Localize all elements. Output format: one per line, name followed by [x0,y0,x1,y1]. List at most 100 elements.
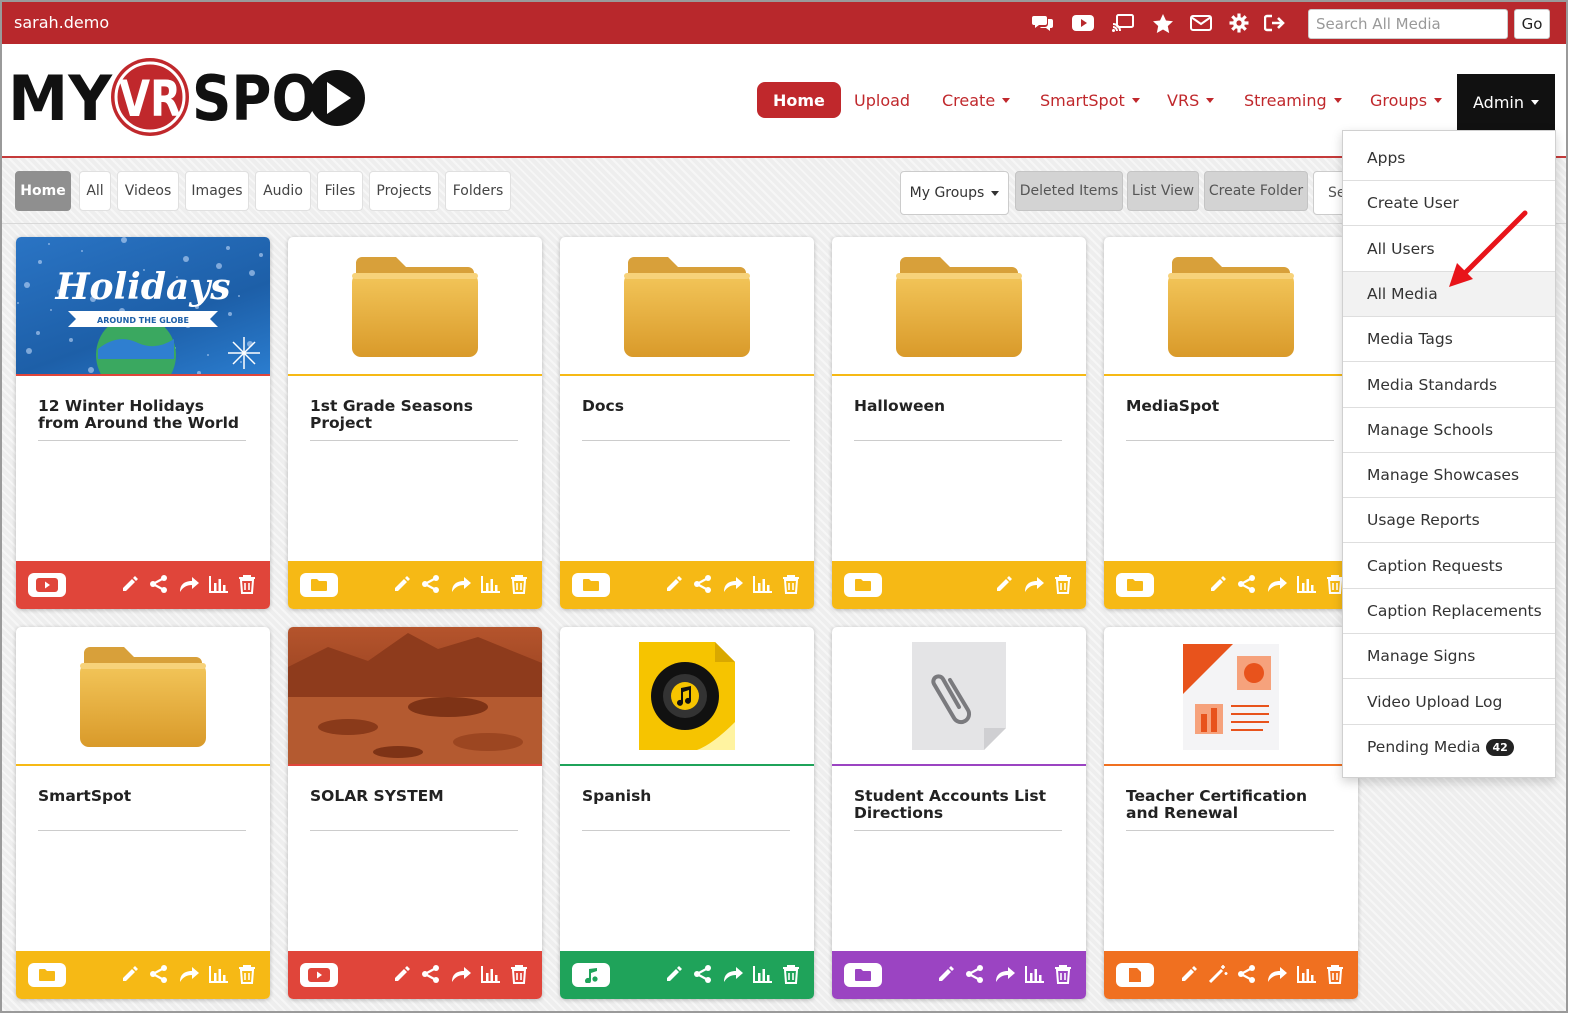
bar-chart-icon[interactable] [209,965,229,983]
nav-upload[interactable]: Upload [854,82,910,118]
forward-icon[interactable] [1266,574,1288,594]
forward-icon[interactable] [450,574,472,594]
magic-wand-icon[interactable] [1208,964,1228,984]
gear-icon[interactable] [1228,13,1250,33]
admin-menu-item-manage-signs[interactable]: Manage Signs [1343,634,1555,680]
pencil-icon[interactable] [664,574,684,594]
deleted-items-button[interactable]: Deleted Items [1015,171,1123,211]
media-card[interactable]: Student Accounts List Directions [832,627,1086,999]
media-card[interactable]: SmartSpot [16,627,270,999]
media-thumbnail[interactable] [288,627,542,764]
sign-out-icon[interactable] [1264,14,1286,32]
media-card[interactable]: Halloween [832,237,1086,609]
pencil-icon[interactable] [994,574,1014,594]
trash-icon[interactable] [510,574,528,594]
nav-streaming[interactable]: Streaming [1244,82,1342,118]
admin-menu-item-caption-replacements[interactable]: Caption Replacements [1343,589,1555,634]
media-thumbnail[interactable] [832,237,1086,374]
media-title[interactable]: SmartSpot [38,788,248,805]
admin-menu-item-pending-media[interactable]: Pending Media 42 [1343,725,1555,770]
admin-menu-item-media-standards[interactable]: Media Standards [1343,363,1555,408]
media-thumbnail[interactable] [288,237,542,374]
media-thumbnail[interactable] [832,627,1086,764]
media-title[interactable]: Docs [582,398,792,415]
share-icon[interactable] [965,964,985,984]
nav-vrs[interactable]: VRS [1167,82,1215,118]
trash-icon[interactable] [1054,574,1072,594]
forward-icon[interactable] [1266,964,1288,984]
forward-icon[interactable] [178,964,200,984]
share-icon[interactable] [149,964,169,984]
forward-icon[interactable] [1023,574,1045,594]
media-card[interactable]: MediaSpot [1104,237,1358,609]
bar-chart-icon[interactable] [1297,575,1317,593]
list-view-button[interactable]: List View [1127,171,1199,211]
tab-home[interactable]: Home [15,171,71,211]
bar-chart-icon[interactable] [1025,965,1045,983]
nav-create[interactable]: Create [942,82,1011,118]
pencil-icon[interactable] [1179,964,1199,984]
star-icon[interactable] [1152,13,1174,33]
trash-icon[interactable] [1326,964,1344,984]
share-icon[interactable] [149,574,169,594]
myvrspot-logo[interactable]: MY VR SPO [8,58,368,144]
media-thumbnail[interactable] [16,627,270,764]
bar-chart-icon[interactable] [481,965,501,983]
media-title[interactable]: MediaSpot [1126,398,1336,415]
trash-icon[interactable] [510,964,528,984]
admin-menu-item-caption-requests[interactable]: Caption Requests [1343,544,1555,589]
create-folder-button[interactable]: Create Folder [1204,171,1308,211]
forward-icon[interactable] [722,574,744,594]
cast-icon[interactable] [1112,14,1134,32]
share-icon[interactable] [421,574,441,594]
media-thumbnail[interactable] [560,237,814,374]
pencil-icon[interactable] [392,574,412,594]
trash-icon[interactable] [782,964,800,984]
trash-icon[interactable] [238,964,256,984]
tab-videos[interactable]: Videos [117,171,179,211]
admin-menu-item-media-tags[interactable]: Media Tags [1343,317,1555,363]
share-icon[interactable] [421,964,441,984]
media-card[interactable]: 1st Grade Seasons Project [288,237,542,609]
search-all-media-input[interactable] [1308,9,1508,39]
bar-chart-icon[interactable] [481,575,501,593]
username[interactable]: sarah.demo [14,13,109,32]
media-card[interactable]: Teacher Certification and Renewal [1104,627,1358,999]
bar-chart-icon[interactable] [753,575,773,593]
tab-folders[interactable]: Folders [445,171,511,211]
bar-chart-icon[interactable] [1297,965,1317,983]
tab-audio[interactable]: Audio [255,171,311,211]
share-icon[interactable] [1237,574,1257,594]
chat-icon[interactable] [1032,14,1054,32]
forward-icon[interactable] [994,964,1016,984]
tab-files[interactable]: Files [317,171,363,211]
trash-icon[interactable] [782,574,800,594]
media-thumbnail[interactable] [560,627,814,764]
pencil-icon[interactable] [1208,574,1228,594]
media-thumbnail[interactable] [1104,237,1358,374]
forward-icon[interactable] [450,964,472,984]
go-button[interactable]: Go [1514,9,1550,39]
forward-icon[interactable] [722,964,744,984]
envelope-icon[interactable] [1190,14,1212,32]
youtube-icon[interactable] [1072,14,1094,32]
admin-menu-item-manage-showcases[interactable]: Manage Showcases [1343,453,1555,499]
nav-admin[interactable]: Admin [1457,74,1555,130]
nav-groups[interactable]: Groups [1370,82,1443,118]
bar-chart-icon[interactable] [209,575,229,593]
media-title[interactable]: Spanish [582,788,792,805]
pencil-icon[interactable] [664,964,684,984]
nav-smartspot[interactable]: SmartSpot [1040,82,1140,118]
share-icon[interactable] [693,964,713,984]
admin-menu-item-manage-schools[interactable]: Manage Schools [1343,408,1555,453]
media-thumbnail[interactable]: Holidays AROUND THE GLOBE [16,237,270,374]
forward-icon[interactable] [178,574,200,594]
pencil-icon[interactable] [936,964,956,984]
media-title[interactable]: Student Accounts List Directions [854,788,1064,822]
media-title[interactable]: 1st Grade Seasons Project [310,398,520,432]
media-card[interactable]: SOLAR SYSTEM [288,627,542,999]
media-card[interactable]: Holidays AROUND THE GLOBE 12 Winter Holi… [16,237,270,609]
pencil-icon[interactable] [120,964,140,984]
media-title[interactable]: Halloween [854,398,1064,415]
trash-icon[interactable] [238,574,256,594]
